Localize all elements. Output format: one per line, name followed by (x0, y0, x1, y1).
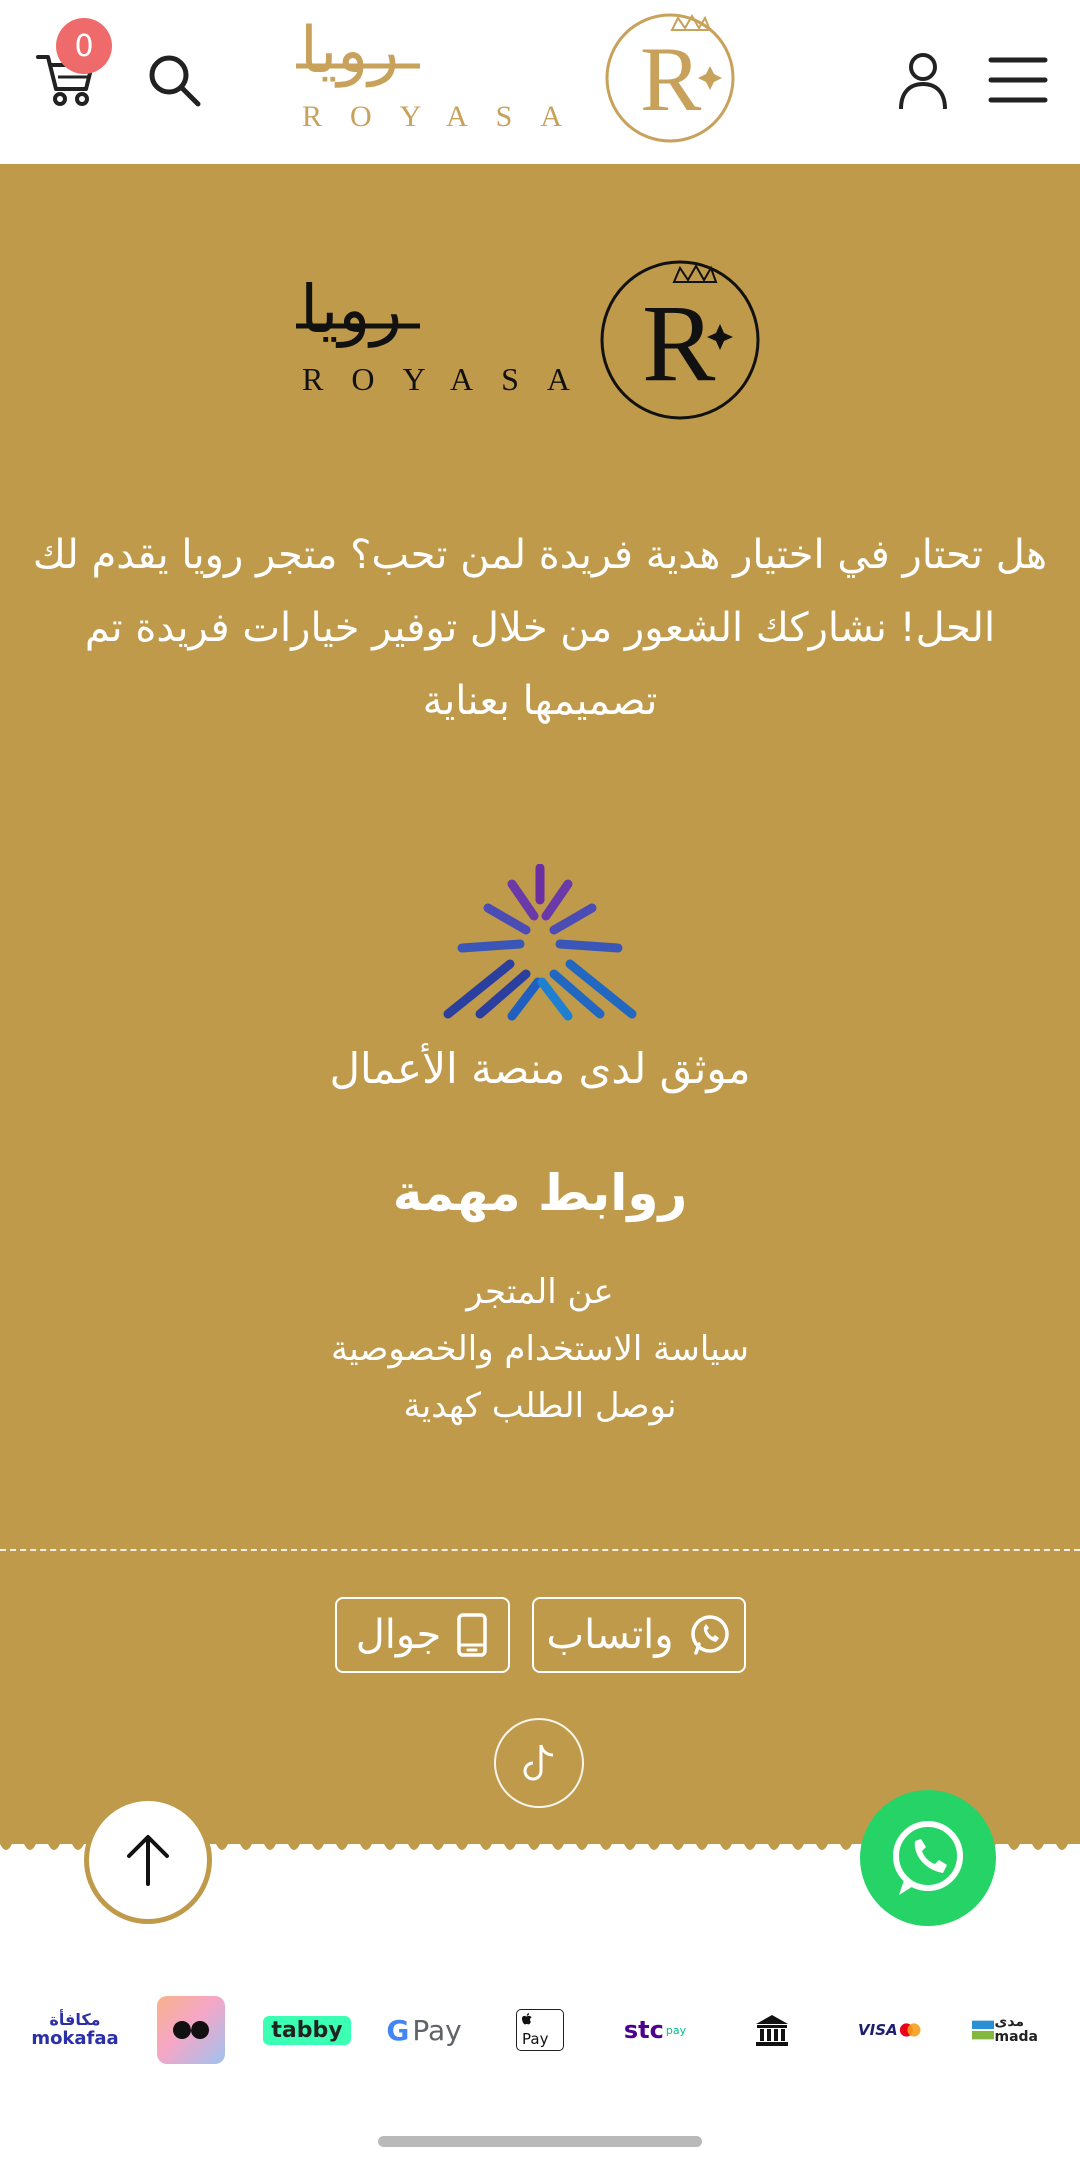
footer-brand-monogram: R (642, 282, 716, 404)
mobile-contact-button[interactable]: جوال (335, 1597, 510, 1673)
mokafaa-logo: مكافأة mokafaa (20, 1990, 130, 2070)
link-about-store[interactable]: عن المتجر (0, 1264, 1080, 1321)
apple-icon (522, 2013, 532, 2025)
visa-mastercard-logo: VISA (858, 1990, 922, 2070)
link-privacy-policy[interactable]: سياسة الاستخدام والخصوصية (0, 1321, 1080, 1378)
search-icon (149, 55, 201, 107)
important-links-title: روابط مهمة (392, 1164, 688, 1222)
home-indicator[interactable] (378, 2136, 702, 2147)
tiktok-button[interactable] (494, 1718, 584, 1808)
site-footer: رويا ROYASA R هل تحتار في اختيار هدية فر… (0, 164, 1080, 1856)
brand-monogram: R (640, 28, 702, 130)
link-gift-delivery[interactable]: نوصل الطلب كهدية (0, 1378, 1080, 1435)
tabby-text: tabby (263, 2015, 351, 2045)
divider (0, 1549, 1080, 1551)
stc-text: stc (623, 2016, 664, 2044)
gpay-g: G (386, 2013, 410, 2047)
tamara-logo (157, 1990, 225, 2070)
bank-icon (756, 2015, 788, 2046)
header: 0 رويا ROYASA R (0, 0, 1080, 164)
store-description: هل تحتار في اختيار هدية فريدة لمن تحب؟ م… (32, 532, 1048, 724)
stc-pay-logo: stc pay (622, 1990, 688, 2070)
payment-methods: مكافأة mokafaa tabby G Pay Pay stc pay V… (0, 1990, 1080, 2070)
whatsapp-contact-button[interactable]: واتساب (532, 1597, 746, 1673)
footer-brand-name-ar: رويا (300, 271, 402, 348)
arrow-up-icon (127, 1835, 169, 1886)
whatsapp-icon (893, 1821, 963, 1895)
tiktok-icon (523, 1744, 554, 1781)
mokafaa-en: mokafaa (31, 2028, 119, 2049)
account-button[interactable] (892, 48, 954, 114)
menu-icon (988, 57, 1048, 103)
mobile-label: جوال (355, 1612, 442, 1658)
mobile-icon (457, 1613, 488, 1657)
verified-text: موثق لدى منصة الأعمال (329, 1044, 751, 1093)
apple-pay-logo: Pay (516, 1990, 564, 2070)
mokafaa-ar: مكافأة (49, 2010, 101, 2029)
mada-en: mada (994, 2029, 1038, 2045)
mada-logo: مدى mada (972, 1990, 1038, 2070)
brand-name-ar: رويا (300, 14, 399, 88)
whatsapp-icon (690, 1615, 729, 1655)
tabby-logo: tabby (263, 1990, 351, 2070)
mada-ar: مدى (994, 2014, 1025, 2030)
visa-text: VISA (858, 2021, 898, 2039)
important-links-list: عن المتجر سياسة الاستخدام والخصوصية نوصل… (0, 1264, 1080, 1435)
scroll-to-top-button[interactable] (84, 1796, 212, 1924)
stc-pay-text: pay (665, 2023, 687, 2037)
business-platform-logo[interactable] (440, 863, 640, 1024)
apple-pay-text: Pay (522, 2030, 549, 2048)
brand-name-en: ROYASA (302, 100, 590, 133)
cart-count-badge: 0 (56, 18, 112, 74)
footer-brand-logo: رويا ROYASA R (290, 254, 770, 424)
whatsapp-label: واتساب (546, 1612, 674, 1658)
footer-brand-name-en: ROYASA (302, 361, 598, 397)
google-pay-logo: G Pay (384, 1990, 464, 2070)
whatsapp-floating-button[interactable] (860, 1790, 996, 1926)
gpay-pay: Pay (412, 2013, 462, 2047)
user-icon (899, 53, 947, 110)
search-button[interactable] (144, 50, 204, 110)
bank-transfer-logo (752, 1990, 792, 2070)
mastercard-icon (899, 2023, 921, 2037)
brand-logo[interactable]: رويا ROYASA R (290, 10, 770, 150)
menu-button[interactable] (986, 52, 1050, 108)
